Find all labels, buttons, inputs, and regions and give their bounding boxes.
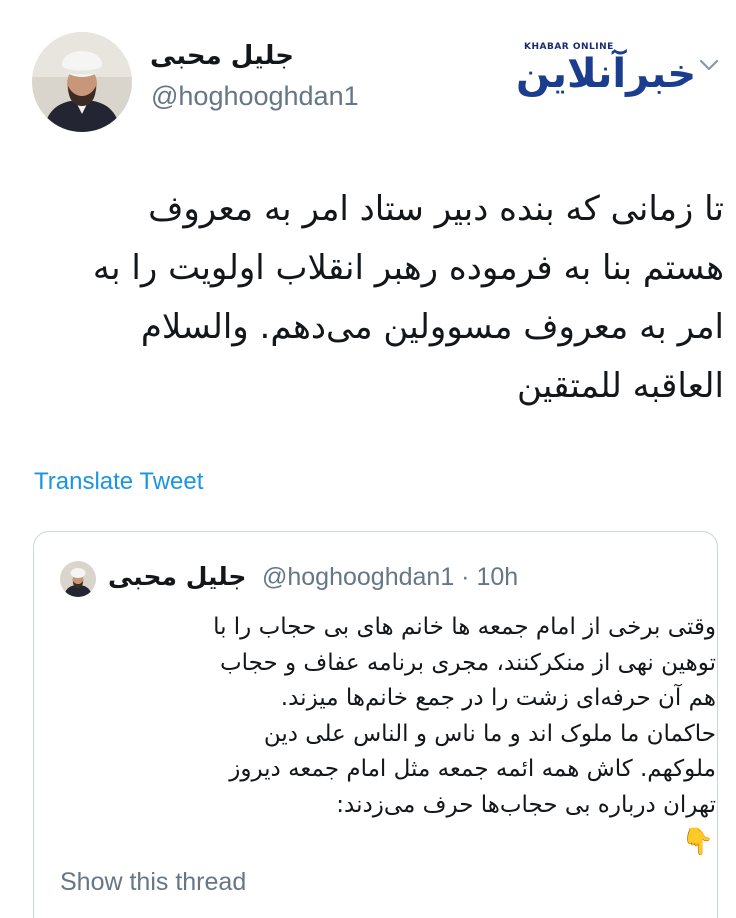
quoted-text-line: ملوکهم. کاش همه ائمه جمعه مثل امام جمعه …	[229, 756, 716, 783]
tweet-text-line: هستم بنا به فرموده رهبر انقلاب اولویت را…	[92, 248, 724, 288]
author-name[interactable]: جلیل محبی	[150, 40, 294, 72]
quoted-text-line: هم آن حرفه‌ای زشت را در جمع خانم‌ها میزن…	[280, 685, 716, 712]
quoted-text-line: وقتی برخی از امام جمعه ها خانم های بی حج…	[213, 614, 716, 640]
quoted-avatar	[60, 561, 96, 597]
quoted-tweet-card[interactable]: جلیل محبی @hoghooghdan1 · 10h وقتی برخی …	[33, 531, 718, 918]
translate-tweet-link[interactable]: Translate Tweet	[34, 466, 203, 498]
tweet-text-line: امر به معروف مسوولین می‌دهم. والسلام	[140, 307, 724, 347]
tweet-text: تا زمانی که بنده دبیر ستاد امر به معروف …	[40, 180, 724, 416]
quoted-tweet-text: وقتی برخی از امام جمعه ها خانم های بی حج…	[54, 610, 716, 860]
quoted-author-handle: @hoghooghdan1 · 10h	[262, 563, 519, 591]
chevron-down-icon[interactable]	[694, 50, 724, 80]
quoted-text-line: توهین نهی از منکرکنند، مجری برنامه عفاف …	[219, 649, 716, 676]
quoted-text-line: حاکمان ما ملوک اند و ما ناس و الناس علی …	[263, 720, 716, 747]
khabar-online-watermark: KHABAR ONLINE خبرآنلاین	[516, 42, 696, 98]
show-thread-link[interactable]: Show this thread	[60, 866, 246, 898]
author-handle[interactable]: @hoghooghdan1	[151, 80, 359, 112]
quoted-text-line: تهران درباره بی حجاب‌ها حرف می‌زدند:	[336, 791, 716, 818]
tweet-text-line: تا زمانی که بنده دبیر ستاد امر به معروف	[148, 189, 724, 229]
tweet-text-line: العاقبه للمتقین	[517, 366, 724, 406]
watermark-persian: خبرآنلاین	[516, 51, 697, 97]
pointing-down-emoji-icon: 👇	[681, 826, 714, 857]
avatar[interactable]	[32, 32, 132, 132]
quoted-author-name: جلیل محبی	[108, 562, 247, 591]
